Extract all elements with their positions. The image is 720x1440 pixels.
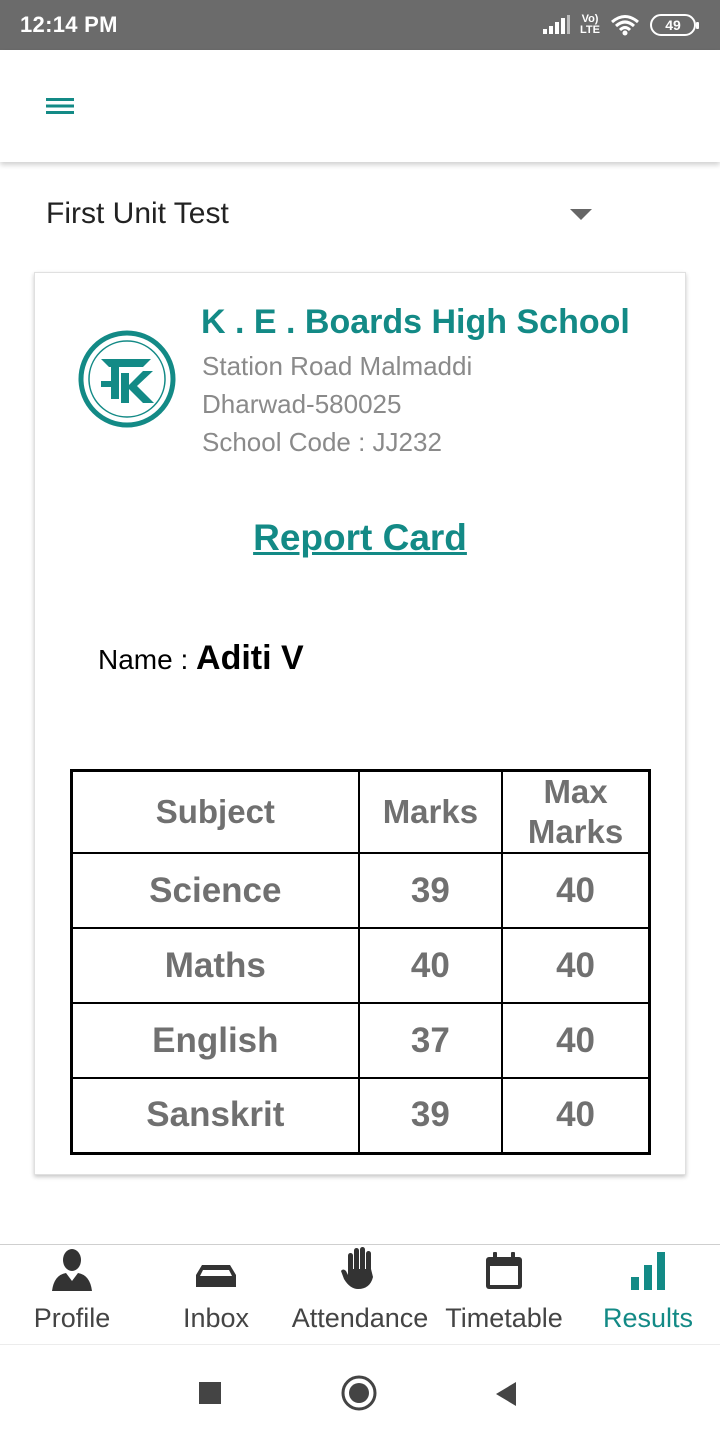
back-triangle-icon: [496, 1382, 516, 1406]
bottom-navigation: Profile Inbox Attendance Timetable Resul…: [0, 1244, 720, 1344]
table-row: Maths 40 40: [70, 927, 651, 1004]
school-name: K . E . Boards High School: [201, 303, 630, 341]
header-marks: Marks: [357, 769, 504, 854]
table-header-row: Subject Marks Max Marks: [70, 769, 651, 854]
volte-bottom: LTE: [580, 24, 600, 36]
hamburger-menu-icon: [46, 98, 74, 114]
circle-home-icon: [341, 1375, 377, 1411]
nav-attendance[interactable]: Attendance: [288, 1245, 432, 1345]
nav-inbox[interactable]: Inbox: [144, 1245, 288, 1345]
student-name-label: Name :: [98, 644, 197, 675]
marks-table: Subject Marks Max Marks Science 39 40 Mat…: [70, 769, 651, 1155]
report-card: K . E . Boards High School Station Road …: [34, 272, 686, 1175]
school-logo-icon: [78, 330, 176, 428]
cell-marks: 39: [357, 852, 504, 929]
battery-indicator: 49: [650, 14, 699, 36]
cell-marks: 40: [357, 927, 504, 1004]
nav-profile[interactable]: Profile: [0, 1245, 144, 1345]
battery-level: 49: [665, 17, 681, 33]
student-name-row: Name : Aditi V: [98, 639, 304, 678]
back-button[interactable]: [494, 1381, 518, 1412]
status-icons: Vo) LTE 49: [542, 14, 699, 36]
cell-subject: Maths: [70, 927, 360, 1004]
header-subject: Subject: [70, 769, 360, 854]
student-name-value: Aditi V: [196, 639, 304, 677]
header-max-line2: Marks: [527, 813, 624, 850]
volte-indicator: Vo) LTE: [580, 14, 600, 36]
cell-max: 40: [501, 927, 651, 1004]
exam-dropdown-value: First Unit Test: [46, 197, 229, 230]
table-row: Science 39 40: [70, 852, 651, 929]
nav-timetable[interactable]: Timetable: [432, 1245, 576, 1345]
cell-subject: English: [70, 1002, 360, 1079]
bar-chart-icon: [618, 1245, 678, 1295]
cell-max: 40: [501, 1002, 651, 1079]
cell-marks: 37: [357, 1002, 504, 1079]
nav-results[interactable]: Results: [576, 1245, 720, 1345]
status-bar: 12:14 PM Vo) LTE 49: [0, 0, 720, 50]
menu-button[interactable]: [40, 90, 80, 122]
signal-icon: [543, 15, 571, 34]
table-row: Sanskrit 39 40: [70, 1077, 651, 1154]
report-card-title: Report Card: [253, 517, 467, 558]
dropdown-caret-icon: [570, 208, 592, 220]
exam-dropdown[interactable]: First Unit Test: [46, 188, 606, 240]
cell-marks: 39: [357, 1077, 504, 1154]
table-row: English 37 40: [70, 1002, 651, 1079]
school-address-line1: Station Road Malmaddi: [202, 351, 473, 381]
person-icon: [42, 1245, 102, 1295]
cell-max: 40: [501, 852, 651, 929]
nav-timetable-label: Timetable: [445, 1303, 563, 1333]
app-bar: [0, 50, 720, 162]
cell-subject: Sanskrit: [70, 1077, 360, 1154]
cell-subject: Science: [70, 852, 360, 929]
hand-icon: [330, 1245, 390, 1295]
nav-attendance-label: Attendance: [291, 1303, 429, 1333]
nav-profile-label: Profile: [33, 1303, 111, 1333]
wifi-icon: [611, 15, 639, 36]
inbox-icon: [186, 1245, 246, 1295]
header-max-marks: Max Marks: [501, 769, 651, 854]
status-time: 12:14 PM: [20, 12, 118, 37]
square-icon: [199, 1382, 221, 1404]
calendar-icon: [474, 1245, 534, 1295]
system-navigation-bar: [0, 1344, 720, 1440]
nav-inbox-label: Inbox: [182, 1303, 250, 1333]
recent-apps-button[interactable]: [199, 1382, 221, 1409]
cell-max: 40: [501, 1077, 651, 1154]
nav-results-label: Results: [602, 1303, 694, 1333]
home-button[interactable]: [341, 1375, 377, 1416]
school-code: School Code : JJ232: [202, 427, 442, 457]
school-address-line2: Dharwad-580025: [202, 389, 402, 419]
header-max-line1: Max: [543, 773, 608, 810]
